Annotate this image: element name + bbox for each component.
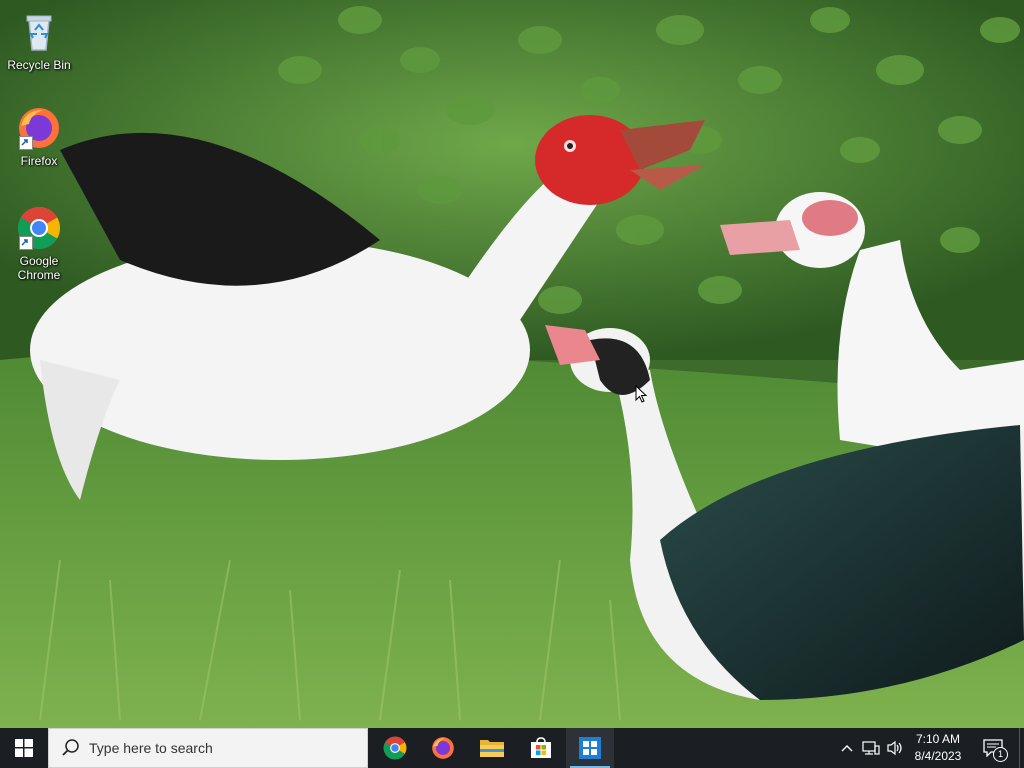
desktop-icon-firefox[interactable]: Firefox: [2, 104, 76, 168]
windows-logo-icon: [15, 739, 33, 757]
desktop-icon-google-chrome[interactable]: Google Chrome: [2, 204, 76, 282]
firefox-icon: [15, 104, 63, 152]
network-icon: [862, 741, 880, 755]
taskbar-search-box[interactable]: Type here to search: [48, 728, 368, 768]
desktop-icon-label: Recycle Bin: [7, 58, 71, 72]
wallpaper-image: [0, 0, 1024, 728]
show-hidden-icons-button[interactable]: [838, 728, 856, 768]
recycle-bin-icon: [15, 8, 63, 56]
desktop-icon-recycle-bin[interactable]: Recycle Bin: [2, 8, 76, 72]
clock-time: 7:10 AM: [915, 732, 961, 746]
firefox-icon: [432, 737, 454, 759]
mouse-cursor-icon: [635, 384, 648, 408]
search-placeholder: Type here to search: [89, 740, 213, 756]
notification-count-badge: 1: [993, 747, 1008, 762]
taskbar-app-chrome[interactable]: [371, 728, 419, 768]
taskbar-clock[interactable]: 7:10 AM 8/4/2023: [906, 731, 970, 765]
windows-app-icon: [579, 737, 601, 759]
start-button[interactable]: [0, 728, 48, 768]
chrome-icon: [15, 204, 63, 252]
show-desktop-button[interactable]: [1019, 728, 1024, 768]
desktop-icon-label: Google Chrome: [17, 254, 61, 282]
store-icon: [531, 737, 551, 758]
taskbar-app-microsoft-store[interactable]: [517, 728, 565, 768]
folder-icon: [480, 740, 504, 757]
shortcut-arrow-icon: [19, 236, 33, 250]
taskbar-app-firefox[interactable]: [419, 728, 467, 768]
volume-button[interactable]: [884, 728, 906, 768]
taskbar-app-windows-setup[interactable]: [566, 728, 614, 768]
desktop[interactable]: Recycle Bin Firefox Google Chrome: [0, 0, 1024, 728]
desktop-icon-label: Firefox: [20, 154, 58, 168]
speaker-icon: [887, 740, 902, 756]
taskbar: Type here to search 7:10 AM 8/4/2023 1: [0, 728, 1024, 768]
action-center-button[interactable]: 1: [976, 728, 1010, 768]
chevron-up-icon: [841, 745, 853, 752]
clock-date: 8/4/2023: [914, 749, 962, 763]
chrome-icon: [383, 736, 407, 760]
shortcut-arrow-icon: [19, 136, 33, 150]
taskbar-app-file-explorer[interactable]: [468, 728, 516, 768]
network-button[interactable]: [860, 728, 882, 768]
search-icon: [61, 738, 81, 758]
